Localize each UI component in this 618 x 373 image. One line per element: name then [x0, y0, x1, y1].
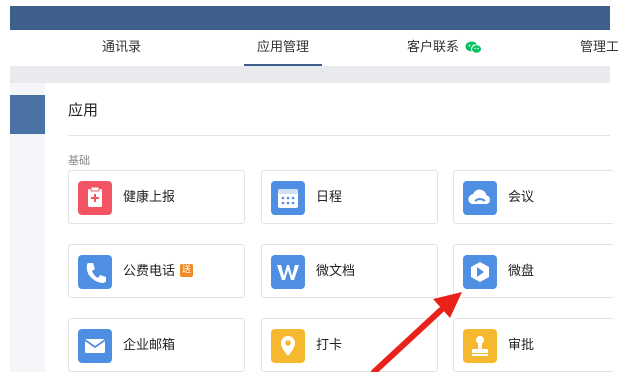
annotation-arrow-icon — [371, 292, 462, 372]
